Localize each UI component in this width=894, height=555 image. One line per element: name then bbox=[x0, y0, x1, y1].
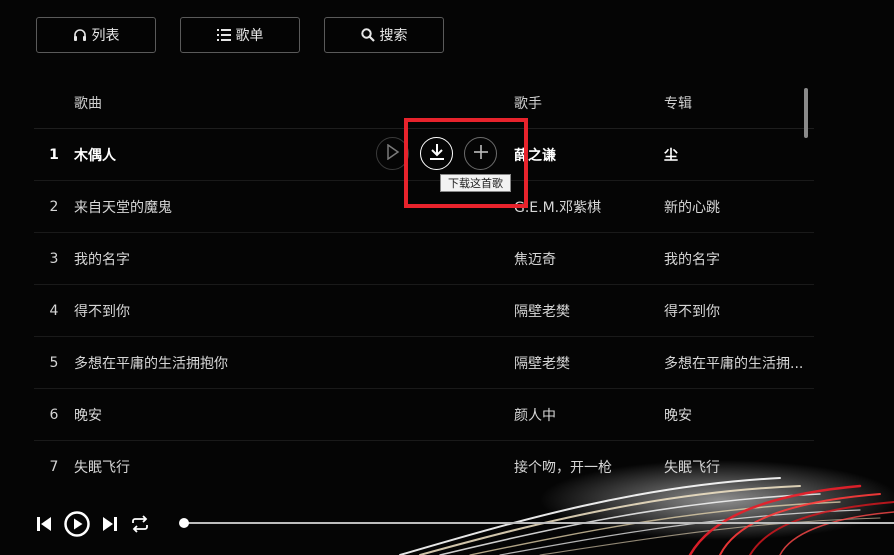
download-icon bbox=[428, 143, 446, 165]
table-row[interactable]: 4 得不到你 隔壁老樊 得不到你 bbox=[34, 285, 814, 337]
row-singer[interactable]: 颜人中 bbox=[514, 405, 664, 425]
row-num: 2 bbox=[49, 198, 59, 215]
list-button[interactable]: 列表 bbox=[36, 17, 156, 53]
plus-icon bbox=[473, 144, 489, 164]
table-row[interactable]: 3 我的名字 焦迈奇 我的名字 bbox=[34, 233, 814, 285]
progress-bar[interactable] bbox=[184, 522, 894, 524]
row-singer[interactable]: 薛之谦 bbox=[514, 145, 664, 165]
prev-icon[interactable] bbox=[36, 515, 52, 537]
play-icon[interactable] bbox=[64, 511, 90, 541]
download-tooltip: 下载这首歌 bbox=[440, 174, 511, 192]
play-icon bbox=[386, 143, 400, 164]
search-icon bbox=[360, 28, 375, 42]
row-song[interactable]: 多想在平庸的生活拥抱你 bbox=[74, 353, 514, 373]
row-song[interactable]: 得不到你 bbox=[74, 301, 514, 321]
table-row[interactable]: 1 木偶人 薛之谦 尘 bbox=[34, 129, 814, 181]
headphones-icon bbox=[73, 28, 87, 42]
row-singer[interactable]: 焦迈奇 bbox=[514, 249, 664, 269]
table-row[interactable]: 7 失眠飞行 接个吻，开一枪 失眠飞行 bbox=[34, 441, 814, 492]
row-song[interactable]: 我的名字 bbox=[74, 249, 514, 269]
row-song[interactable]: 失眠飞行 bbox=[74, 457, 514, 477]
row-album[interactable]: 我的名字 bbox=[664, 249, 814, 269]
download-song-button[interactable] bbox=[420, 137, 453, 170]
row-num: 5 bbox=[49, 354, 59, 371]
player-controls bbox=[36, 511, 150, 541]
row-album[interactable]: 得不到你 bbox=[664, 301, 814, 321]
row-singer[interactable]: G.E.M.邓紫棋 bbox=[514, 197, 664, 217]
progress-knob[interactable] bbox=[179, 518, 189, 528]
playlist-button[interactable]: 歌单 bbox=[180, 17, 300, 53]
add-song-button[interactable] bbox=[464, 137, 497, 170]
header-song: 歌曲 bbox=[74, 95, 102, 112]
row-num: 6 bbox=[49, 406, 59, 423]
row-album[interactable]: 多想在平庸的生活拥... bbox=[664, 353, 814, 373]
row-singer[interactable]: 隔壁老樊 bbox=[514, 353, 664, 373]
row-album[interactable]: 尘 bbox=[664, 145, 814, 165]
row-singer[interactable]: 接个吻，开一枪 bbox=[514, 457, 664, 477]
row-song[interactable]: 来自天堂的魔鬼 bbox=[74, 197, 514, 217]
row-song[interactable]: 晚安 bbox=[74, 405, 514, 425]
table-row[interactable]: 2 来自天堂的魔鬼 G.E.M.邓紫棋 新的心跳 bbox=[34, 181, 814, 233]
row-num: 3 bbox=[49, 250, 59, 267]
list-icon bbox=[216, 29, 231, 41]
row-num: 7 bbox=[49, 458, 59, 475]
repeat-icon[interactable] bbox=[130, 515, 150, 537]
top-toolbar: 列表 歌单 搜索 bbox=[36, 17, 444, 53]
scrollbar[interactable] bbox=[804, 88, 808, 138]
row-album[interactable]: 失眠飞行 bbox=[664, 457, 814, 477]
search-button-label: 搜索 bbox=[379, 28, 408, 44]
playlist-button-label: 歌单 bbox=[235, 28, 264, 44]
row-album[interactable]: 晚安 bbox=[664, 405, 814, 425]
row-num: 1 bbox=[49, 146, 59, 163]
list-button-label: 列表 bbox=[91, 28, 120, 44]
table-header: 歌曲 歌手 专辑 bbox=[34, 77, 814, 129]
play-song-button[interactable] bbox=[376, 137, 409, 170]
header-album: 专辑 bbox=[664, 95, 692, 112]
header-singer: 歌手 bbox=[514, 95, 542, 112]
song-table: 歌曲 歌手 专辑 1 木偶人 薛之谦 尘 2 来自天堂的魔鬼 G.E.M.邓紫棋… bbox=[34, 77, 814, 492]
row-album[interactable]: 新的心跳 bbox=[664, 197, 814, 217]
table-row[interactable]: 6 晚安 颜人中 晚安 bbox=[34, 389, 814, 441]
search-button[interactable]: 搜索 bbox=[324, 17, 444, 53]
table-row[interactable]: 5 多想在平庸的生活拥抱你 隔壁老樊 多想在平庸的生活拥... bbox=[34, 337, 814, 389]
row-actions bbox=[376, 137, 497, 170]
next-icon[interactable] bbox=[102, 515, 118, 537]
row-singer[interactable]: 隔壁老樊 bbox=[514, 301, 664, 321]
row-num: 4 bbox=[49, 302, 59, 319]
